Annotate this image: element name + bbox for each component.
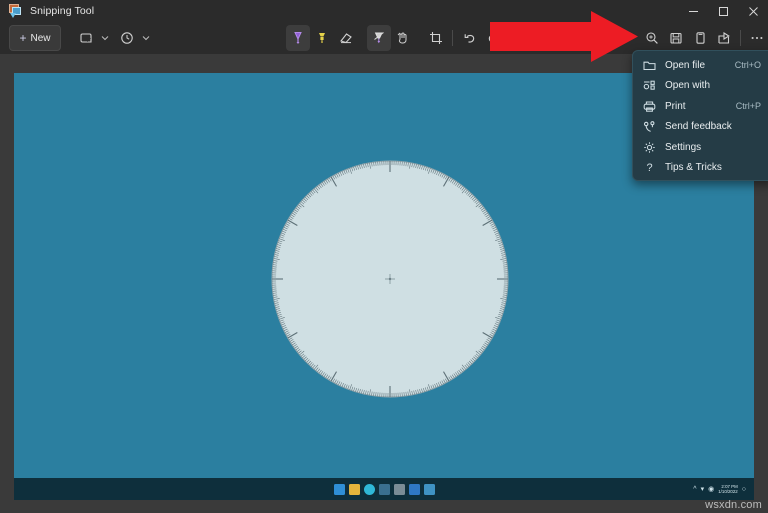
menu-item-open-with[interactable]: Open with	[633, 76, 768, 97]
protractor-dial	[267, 156, 513, 402]
ink-tools-group	[286, 25, 505, 51]
close-button[interactable]	[738, 0, 768, 22]
save-icon[interactable]	[664, 25, 688, 51]
open-file-folder-icon	[642, 58, 657, 73]
snipping-tool-window: Snipping Tool + New	[0, 0, 768, 513]
output-tools-group	[640, 25, 768, 51]
file-explorer-icon	[349, 484, 360, 495]
window-title: Snipping Tool	[30, 5, 94, 17]
crop-icon[interactable]	[424, 25, 448, 51]
new-snip-button[interactable]: + New	[9, 25, 61, 51]
network-icon: ▾	[701, 485, 705, 493]
tray-date: 1/10/2022	[718, 489, 738, 494]
menu-label: Settings	[665, 142, 761, 153]
delay-chevron-down-icon[interactable]	[139, 25, 153, 51]
menu-label: Open with	[665, 80, 761, 91]
menu-accelerator: Ctrl+P	[736, 101, 761, 111]
send-feedback-icon	[642, 119, 657, 134]
see-more-ellipsis-icon[interactable]	[745, 25, 768, 51]
minimize-button[interactable]	[678, 0, 708, 22]
menu-label: Print	[665, 101, 736, 112]
captured-taskbar: ^ ▾ ◉ 2:07 PM 1/10/2022 ○	[14, 478, 754, 500]
menu-accelerator: Ctrl+O	[735, 60, 761, 70]
snipping-tool-icon	[8, 4, 22, 18]
start-icon	[334, 484, 345, 495]
volume-icon: ◉	[708, 485, 714, 493]
settings-icon	[394, 484, 405, 495]
rectangle-snip-icon[interactable]	[74, 25, 98, 51]
copy-icon[interactable]	[688, 25, 712, 51]
ballpoint-pen-icon[interactable]	[286, 25, 310, 51]
settings-gear-icon	[642, 140, 657, 155]
mail-icon	[379, 484, 390, 495]
undo-icon[interactable]	[457, 25, 481, 51]
edge-icon	[364, 484, 375, 495]
print-icon	[642, 99, 657, 114]
menu-label: Open file	[665, 60, 735, 71]
menu-item-settings[interactable]: Settings	[633, 137, 768, 158]
captured-taskbar-icons	[334, 484, 435, 495]
share-icon[interactable]	[712, 25, 736, 51]
tray-chevron-up-icon: ^	[693, 486, 696, 493]
menu-item-open-file[interactable]: Open file Ctrl+O	[633, 55, 768, 76]
ruler-protractor-icon[interactable]	[367, 25, 391, 51]
snip-mode-chevron-down-icon[interactable]	[98, 25, 112, 51]
zoom-icon[interactable]	[640, 25, 664, 51]
menu-label: Tips & Tricks	[665, 162, 761, 173]
open-with-icon	[642, 78, 657, 93]
title-bar: Snipping Tool	[0, 0, 768, 22]
notification-icon: ○	[742, 486, 746, 493]
redo-icon[interactable]	[481, 25, 505, 51]
window-controls	[678, 0, 768, 22]
tray-clock: 2:07 PM 1/10/2022	[718, 484, 738, 494]
snipping-tool-icon	[424, 484, 435, 495]
menu-item-send-feedback[interactable]: Send feedback	[633, 117, 768, 138]
highlighter-icon[interactable]	[310, 25, 334, 51]
maximize-button[interactable]	[708, 0, 738, 22]
see-more-menu: Open file Ctrl+O Open with	[632, 50, 768, 181]
toolbar-divider	[452, 30, 453, 46]
new-snip-label: New	[31, 33, 51, 44]
menu-label: Send feedback	[665, 121, 761, 132]
store-icon	[409, 484, 420, 495]
captured-tray: ^ ▾ ◉ 2:07 PM 1/10/2022 ○	[693, 478, 746, 500]
menu-item-tips-and-tricks[interactable]: ? Tips & Tricks	[633, 158, 768, 179]
plus-icon: +	[19, 32, 26, 44]
tips-question-icon: ?	[642, 160, 657, 175]
timer-clock-icon[interactable]	[115, 25, 139, 51]
delay-group	[115, 25, 153, 51]
eraser-icon[interactable]	[334, 25, 358, 51]
snip-mode-group	[74, 25, 112, 51]
menu-item-print[interactable]: Print Ctrl+P	[633, 96, 768, 117]
toolbar-divider-2	[740, 30, 741, 46]
touch-writing-icon[interactable]	[391, 25, 415, 51]
watermark: wsxdn.com	[705, 499, 762, 511]
